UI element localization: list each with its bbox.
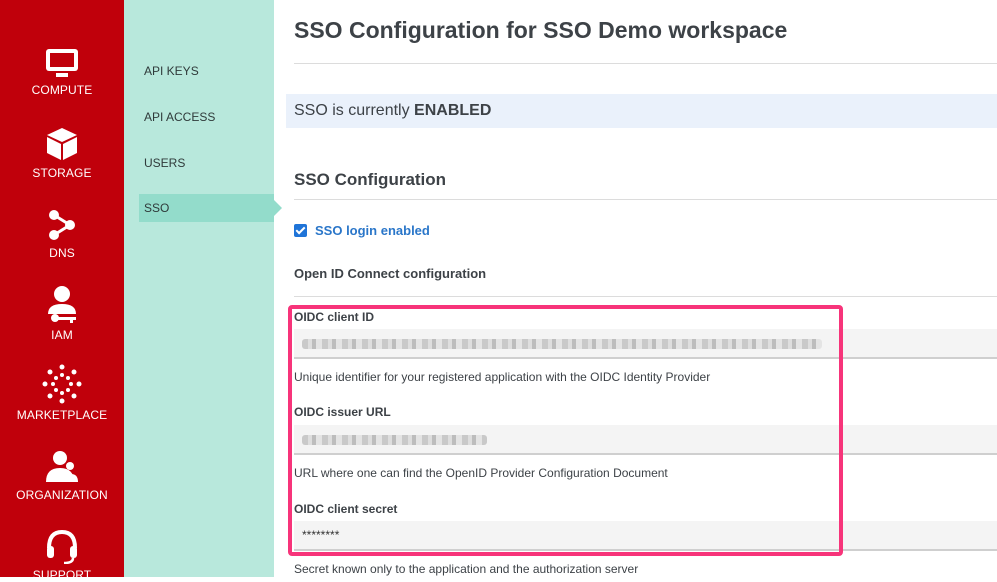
nav-item-marketplace[interactable]: MARKETPLACE: [0, 364, 124, 422]
divider: [294, 199, 997, 200]
nav-item-support[interactable]: SUPPORT: [0, 528, 124, 582]
redacted-value: [302, 435, 487, 445]
users-icon: [46, 451, 78, 482]
main-nav: COMPUTE STORAGE DNS IAM MARKETPLACE ORGA…: [0, 0, 124, 582]
network-icon: [49, 210, 75, 240]
nav-label: DNS: [49, 246, 75, 260]
oidc-issuer-url-label: OIDC issuer URL: [294, 405, 391, 419]
oidc-issuer-url-field[interactable]: [294, 425, 997, 455]
oidc-client-id-help: Unique identifier for your registered ap…: [294, 370, 711, 384]
nav-item-organization[interactable]: ORGANIZATION: [0, 450, 124, 502]
sso-login-enabled-checkbox[interactable]: [294, 224, 307, 237]
main-content: SSO Configuration for SSO Demo workspace…: [274, 0, 997, 577]
status-prefix: SSO is currently: [294, 102, 410, 119]
oidc-client-secret-field[interactable]: ********: [294, 521, 997, 551]
nav-label: ORGANIZATION: [16, 488, 108, 502]
headset-icon: [47, 529, 77, 564]
status-value: ENABLED: [414, 102, 492, 119]
page-title: SSO Configuration for SSO Demo workspace: [294, 17, 788, 43]
section-title: SSO Configuration: [294, 170, 447, 189]
nav-item-iam[interactable]: IAM: [0, 284, 124, 342]
subnav-item-users[interactable]: USERS: [144, 156, 185, 170]
user-key-icon: [48, 286, 76, 323]
cube-icon: [47, 128, 77, 160]
oidc-client-secret-help: Secret known only to the application and…: [294, 562, 639, 576]
sso-status-banner: SSO is currently ENABLED: [286, 94, 997, 128]
oidc-issuer-url-help: URL where one can find the OpenID Provid…: [294, 466, 668, 480]
redacted-value: [302, 339, 822, 349]
nav-label: COMPUTE: [31, 83, 93, 97]
nav-label: IAM: [51, 328, 73, 342]
oidc-client-secret-label: OIDC client secret: [294, 502, 398, 516]
nav-item-dns[interactable]: DNS: [0, 208, 124, 260]
nav-item-storage[interactable]: STORAGE: [0, 126, 124, 180]
marketplace-dots-icon: [42, 364, 82, 404]
subnav-item-api-keys[interactable]: API KEYS: [144, 64, 199, 78]
subnav-item-api-access[interactable]: API ACCESS: [144, 110, 215, 124]
sub-nav: API KEYS API ACCESS USERS SSO: [124, 0, 282, 577]
subnav-item-sso[interactable]: SSO: [139, 194, 282, 222]
nav-label: MARKETPLACE: [16, 408, 108, 422]
nav-label: SUPPORT: [32, 568, 92, 582]
divider: [294, 296, 997, 297]
oidc-heading: Open ID Connect configuration: [294, 266, 487, 281]
oidc-client-id-field[interactable]: [294, 329, 997, 359]
monitor-icon: [46, 49, 78, 77]
nav-label: STORAGE: [32, 166, 92, 180]
oidc-client-id-label: OIDC client ID: [294, 310, 375, 324]
sso-login-enabled-label[interactable]: SSO login enabled: [315, 223, 430, 238]
nav-item-compute[interactable]: COMPUTE: [0, 47, 124, 97]
sso-login-enabled-row[interactable]: SSO login enabled: [294, 223, 430, 238]
divider: [294, 63, 997, 64]
